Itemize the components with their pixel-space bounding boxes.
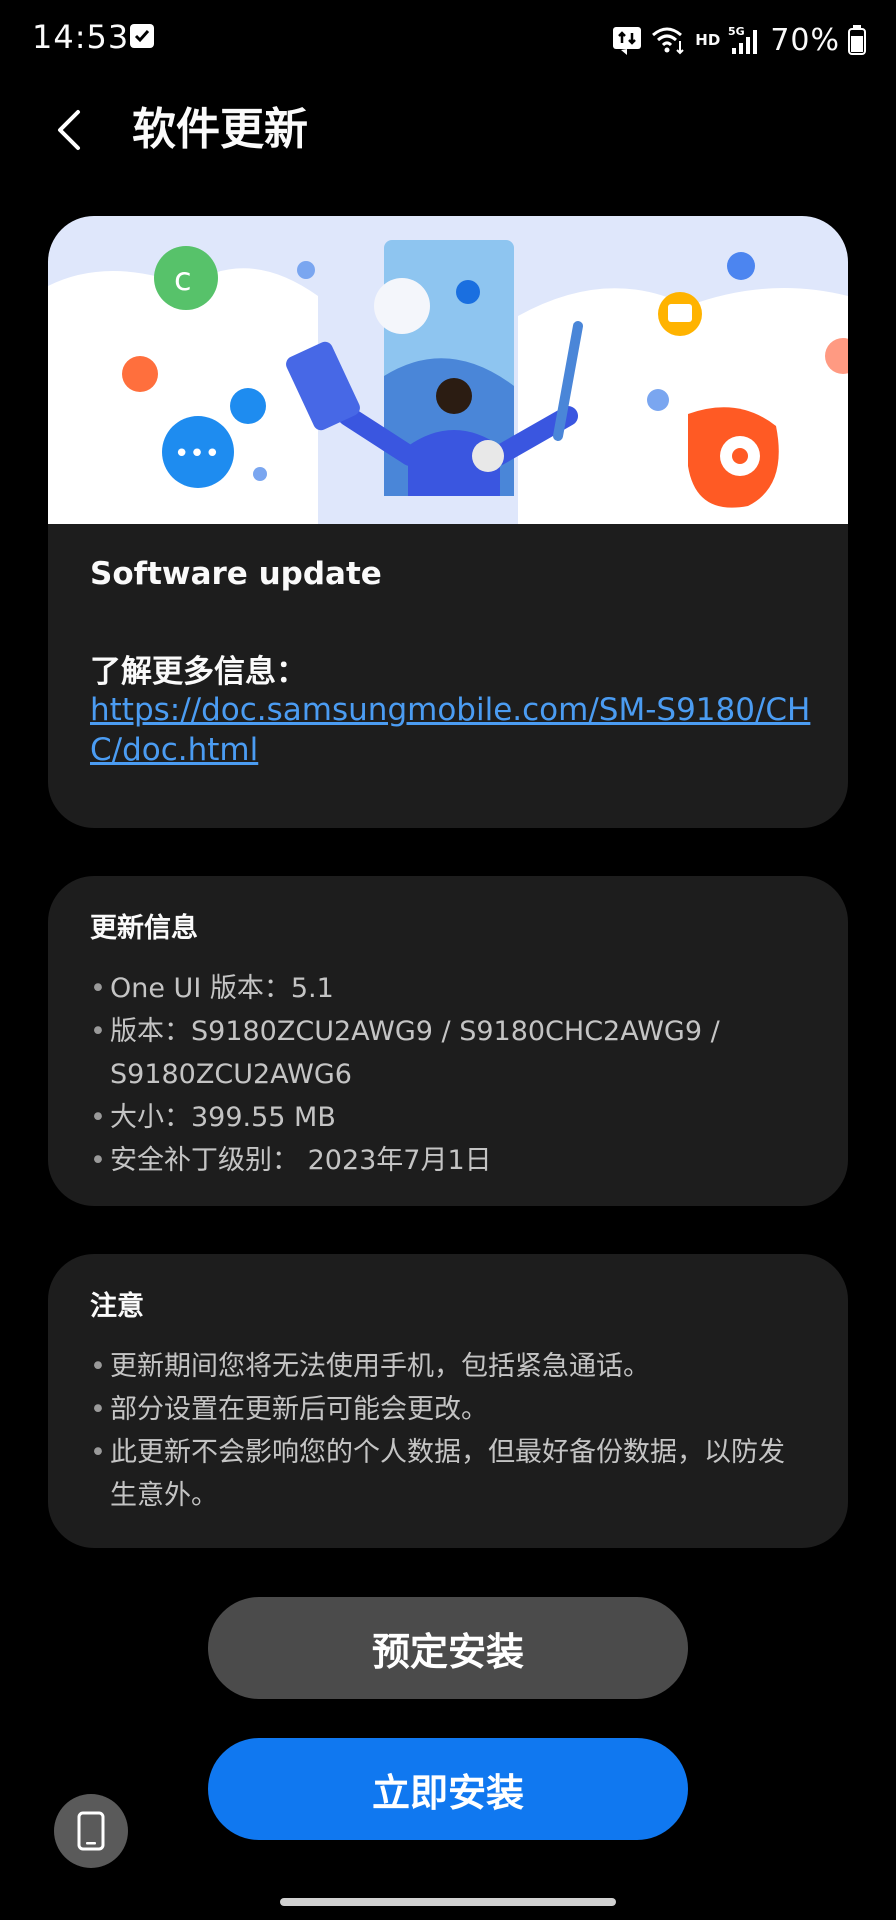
signal-5g-icon: 5G [728,25,758,54]
update-info-build-version: 版本：S9180ZCU2AWG9 / S9180CHC2AWG9 / S9180… [90,1010,806,1096]
home-indicator[interactable] [280,1898,616,1906]
notice-item: 此更新不会影响您的个人数据，但最好备份数据，以防发生意外。 [90,1431,806,1517]
update-info-heading: 更新信息 [90,913,198,944]
update-info-card: 更新信息 One UI 版本：5.1 版本：S9180ZCU2AWG9 / S9… [48,876,848,1206]
schedule-install-button[interactable]: 预定安装 [208,1597,688,1699]
update-info-size: 大小：399.55 MB [90,1096,806,1139]
notice-card: 注意 更新期间您将无法使用手机，包括紧急通话。 部分设置在更新后可能会更改。 此… [48,1254,848,1548]
release-notes-link[interactable]: https://doc.samsungmobile.com/SM-S9180/C… [90,690,820,770]
phone-icon [77,1811,105,1851]
notice-heading: 注意 [90,1291,144,1322]
wifi-icon [652,27,685,55]
notice-item: 部分设置在更新后可能会更改。 [90,1388,806,1431]
learn-more-label: 了解更多信息： [90,654,307,690]
hd-indicator: HD [695,31,721,49]
svg-text:c: c [174,260,192,298]
svg-text:5G: 5G [728,25,745,38]
status-icons: HD 5G 70% [611,20,866,60]
checkbox-notification-icon [130,24,154,48]
status-time: 14:53 [32,18,130,56]
notice-list: 更新期间您将无法使用手机，包括紧急通话。 部分设置在更新后可能会更改。 此更新不… [90,1345,806,1517]
battery-icon [848,25,866,55]
hero-title: Software update [90,556,382,592]
update-info-security-patch: 安全补丁级别： 2023年7月1日 [90,1139,806,1182]
back-button[interactable] [44,100,104,160]
update-info-list: One UI 版本：5.1 版本：S9180ZCU2AWG9 / S9180CH… [90,967,806,1182]
install-now-button[interactable]: 立即安装 [208,1738,688,1840]
status-bar: 14:53 HD 5G 70% [0,0,896,80]
data-transfer-icon [613,27,642,55]
page-title: 软件更新 [132,104,308,155]
update-info-oneui-version: One UI 版本：5.1 [90,967,806,1010]
notice-item: 更新期间您将无法使用手机，包括紧急通话。 [90,1345,806,1388]
battery-percent: 70% [770,22,840,58]
floating-phone-button[interactable] [54,1794,128,1868]
chevron-left-icon [58,110,80,150]
hero-card: c ••• Software update 了解更多信息： https://do… [48,216,848,828]
software-update-screen: 14:53 HD 5G 70% 软件更新 c ••• Software upda… [0,0,896,1920]
svg-text:•••: ••• [174,439,220,469]
update-illustration: c ••• [48,216,848,524]
